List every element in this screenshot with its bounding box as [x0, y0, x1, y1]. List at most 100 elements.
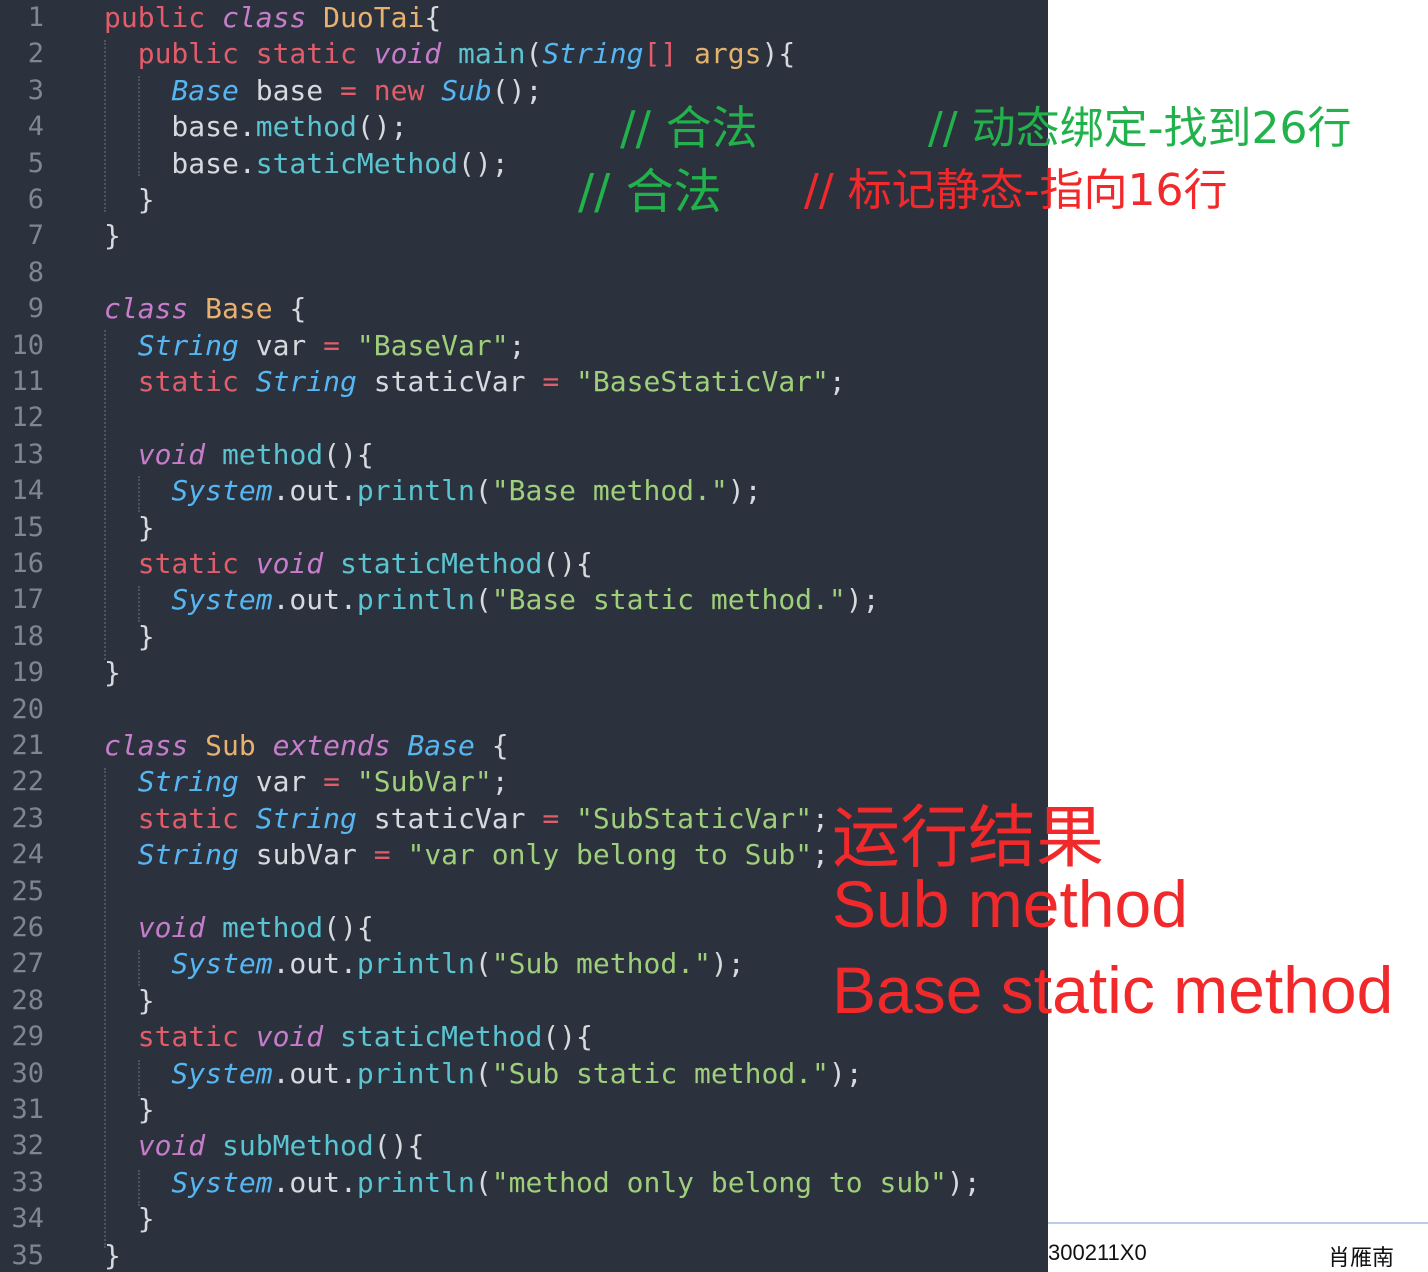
code-token: Base [104, 73, 256, 107]
code-line[interactable]: 20 [0, 692, 1048, 728]
code-text: String subVar = "var only belong to Sub"… [104, 837, 829, 873]
code-text: } [104, 1092, 155, 1128]
code-token: } [104, 219, 121, 253]
code-token: String [104, 765, 256, 799]
code-line[interactable]: 7} [0, 218, 1048, 254]
code-token: " [930, 1165, 947, 1199]
code-text: } [104, 1238, 121, 1272]
code-token: (); [491, 73, 543, 107]
line-number: 11 [11, 366, 44, 397]
code-line[interactable]: 10 String var = "BaseVar"; [0, 328, 1048, 364]
code-token: ; [508, 328, 526, 362]
code-line[interactable]: 3 Base base = new Sub(); [0, 73, 1048, 109]
code-line[interactable]: 19} [0, 655, 1048, 691]
code-token: static [104, 547, 256, 580]
code-token: String [255, 365, 374, 398]
code-line[interactable]: 12 [0, 400, 1048, 436]
code-token: String [255, 801, 374, 835]
code-token: base [255, 73, 341, 107]
table-border [1048, 1222, 1428, 1224]
line-number: 8 [27, 256, 44, 288]
code-line[interactable]: 34 } [0, 1201, 1048, 1237]
code-line[interactable]: 35} [0, 1238, 1048, 1272]
code-token: .out. [272, 1165, 357, 1199]
code-token: (){ [323, 437, 374, 471]
code-token: void [373, 37, 459, 71]
code-line[interactable]: 31 } [0, 1092, 1048, 1128]
code-token: base. [104, 110, 256, 144]
code-line[interactable]: 4 base.method(); [0, 109, 1048, 145]
code-line[interactable]: 18 } [0, 619, 1048, 655]
code-token: = [542, 365, 577, 398]
code-token: } [104, 619, 155, 653]
line-number: 30 [11, 1057, 44, 1089]
code-line[interactable]: 21 class Sub extends Base { [0, 728, 1048, 764]
code-token: ; [491, 765, 509, 799]
line-number: 14 [11, 475, 44, 507]
code-text: String var = "BaseVar"; [104, 328, 526, 364]
code-line[interactable]: 33 System.out.println("method only belon… [0, 1165, 1048, 1201]
code-token: .out. [272, 583, 357, 617]
code-token: (); [458, 146, 509, 180]
line-number: 25 [11, 875, 44, 907]
code-token: static [104, 1020, 256, 1054]
code-text: String var = "SubVar"; [104, 764, 509, 800]
code-token: BaseStaticVar [592, 365, 813, 398]
code-token: " [356, 328, 374, 362]
code-token: println [356, 1165, 475, 1199]
code-token: DuoTai [323, 1, 425, 34]
code-text: static void staticMethod(){ [104, 546, 593, 582]
code-text: } [104, 983, 155, 1019]
code-token: var only belong to Sub [424, 838, 796, 872]
code-token: void [104, 437, 223, 471]
code-token: SubStaticVar [592, 801, 796, 835]
code-token: } [104, 1238, 121, 1272]
code-token: void [255, 547, 341, 580]
code-line[interactable]: 30 System.out.println("Sub static method… [0, 1056, 1048, 1092]
code-text: class Base { [104, 291, 306, 327]
code-token: ( [474, 1165, 492, 1199]
annotation-dynamic-binding: // 动态绑定-找到26行 [928, 103, 1352, 154]
code-token: " [694, 947, 711, 981]
code-token: staticVar [373, 801, 543, 835]
code-token: .out. [272, 1056, 357, 1090]
code-token: ( [525, 37, 543, 71]
code-token: void [255, 1020, 341, 1054]
code-line[interactable]: 16 static void staticMethod(){ [0, 546, 1048, 582]
code-token: } [104, 183, 155, 216]
code-line[interactable]: 14 System.out.println("Base method."); [0, 473, 1048, 509]
code-line[interactable]: 17 System.out.println("Base static metho… [0, 582, 1048, 618]
code-token: SubVar [373, 765, 475, 799]
code-text: System.out.println("Base method."); [104, 473, 761, 509]
code-token: " [474, 765, 492, 799]
code-text: System.out.println("Sub static method.")… [104, 1056, 862, 1092]
code-line[interactable]: 1 public class DuoTai{ [0, 0, 1048, 36]
code-line[interactable]: 2 public static void main(String[] args)… [0, 36, 1048, 72]
annotation-legal-line5: // 合法 [578, 164, 722, 220]
code-token: = [373, 838, 408, 872]
code-token: ( [474, 947, 492, 981]
code-text: base.method(); [104, 109, 407, 145]
code-token: System [104, 947, 273, 981]
code-token: var [255, 328, 324, 362]
line-number: 18 [11, 620, 44, 652]
indent-guide [138, 476, 140, 512]
code-token: Sub method. [508, 947, 695, 981]
code-line[interactable]: 9 class Base { [0, 291, 1048, 327]
indent-guide [104, 40, 106, 212]
line-number: 13 [11, 438, 44, 470]
code-token: ); [710, 947, 745, 981]
code-line[interactable]: 13 void method(){ [0, 437, 1048, 473]
code-line[interactable]: 32 void subMethod(){ [0, 1128, 1048, 1164]
code-line[interactable]: 11 static String staticVar = "BaseStatic… [0, 364, 1048, 400]
code-token: = new [340, 73, 442, 107]
code-token: (){ [542, 547, 593, 580]
code-token: println [356, 583, 475, 617]
line-number: 2 [27, 38, 44, 70]
code-token: ( [474, 1056, 492, 1090]
code-token: System [104, 1056, 273, 1090]
code-token: String [542, 37, 644, 71]
code-line[interactable]: 15 } [0, 510, 1048, 546]
code-line[interactable]: 8 [0, 255, 1048, 291]
code-token: public static [104, 37, 374, 71]
